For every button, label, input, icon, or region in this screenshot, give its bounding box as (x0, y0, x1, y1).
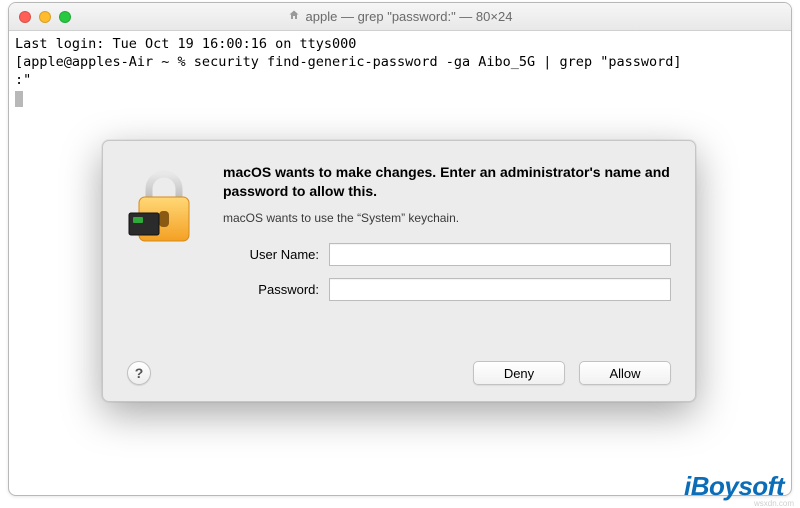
terminal-line: [apple@apples-Air ~ % security find-gene… (15, 54, 681, 70)
window-title: apple — grep "password:" — 80×24 (288, 9, 513, 24)
dialog-content: macOS wants to make changes. Enter an ad… (127, 163, 671, 313)
username-field[interactable] (329, 243, 671, 266)
window-titlebar: apple — grep "password:" — 80×24 (9, 3, 791, 31)
dialog-buttons: Deny Allow (473, 361, 671, 385)
terminal-cursor (15, 91, 23, 107)
terminal-line: :" (15, 72, 31, 88)
traffic-lights (19, 11, 71, 23)
dialog-footer: ? Deny Allow (127, 361, 671, 385)
username-row: User Name: (223, 243, 671, 266)
password-field[interactable] (329, 278, 671, 301)
window-title-text: apple — grep "password:" — 80×24 (306, 9, 513, 24)
lock-icon (127, 163, 201, 313)
deny-button[interactable]: Deny (473, 361, 565, 385)
dialog-text-area: macOS wants to make changes. Enter an ad… (223, 163, 671, 313)
zoom-window-button[interactable] (59, 11, 71, 23)
username-label: User Name: (223, 247, 319, 262)
watermark-logo: iBoysoft (684, 471, 784, 502)
dialog-heading: macOS wants to make changes. Enter an ad… (223, 163, 671, 201)
source-url: wsxdn.com (754, 499, 794, 508)
minimize-window-button[interactable] (39, 11, 51, 23)
help-icon: ? (135, 365, 144, 381)
allow-button[interactable]: Allow (579, 361, 671, 385)
password-row: Password: (223, 278, 671, 301)
terminal-line: Last login: Tue Oct 19 16:00:16 on ttys0… (15, 36, 356, 52)
close-window-button[interactable] (19, 11, 31, 23)
watermark-text: iBoysoft (684, 471, 784, 501)
home-icon (288, 9, 300, 24)
auth-dialog: macOS wants to make changes. Enter an ad… (102, 140, 696, 402)
password-label: Password: (223, 282, 319, 297)
help-button[interactable]: ? (127, 361, 151, 385)
dialog-subtext: macOS wants to use the “System” keychain… (223, 211, 671, 225)
terminal-output[interactable]: Last login: Tue Oct 19 16:00:16 on ttys0… (9, 31, 791, 112)
